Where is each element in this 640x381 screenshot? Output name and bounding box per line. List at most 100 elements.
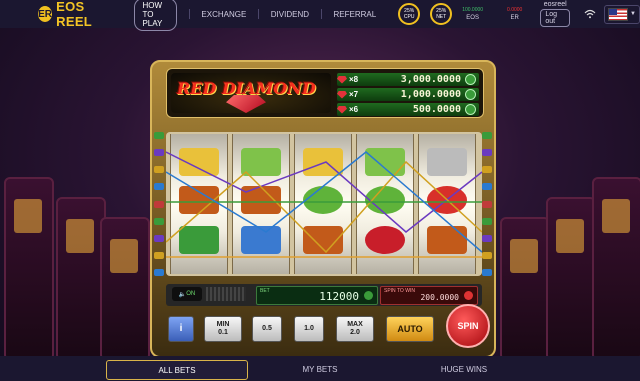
- paylines-overlay: [166, 151, 482, 258]
- sound-toggle[interactable]: 🔈 ON: [172, 287, 202, 301]
- tab-my-bets[interactable]: MY BETS: [250, 360, 390, 378]
- eos-coin-icon: [465, 104, 476, 115]
- payline-indicator: [154, 132, 164, 139]
- payline-indicator: [482, 251, 492, 259]
- cpu-gauge: 25% CPU: [398, 3, 421, 25]
- language-selector[interactable]: ▼: [604, 4, 640, 24]
- game-title-panel: RED DIAMOND: [171, 73, 331, 113]
- user-panel: eosreel Log out: [540, 1, 571, 27]
- spin-button[interactable]: SPIN: [446, 304, 490, 348]
- bet-value: 112000: [319, 290, 359, 303]
- payline-indicator: [154, 166, 164, 174]
- paytable-amount: 500.0000: [412, 104, 461, 115]
- er-coin-icon: [464, 291, 473, 300]
- win-display: SPIN TO WIN 200.0000: [380, 286, 478, 305]
- payline-indicators-left: [154, 132, 164, 276]
- payline-indicator: [482, 183, 492, 191]
- auto-spin-button[interactable]: AUTO: [386, 316, 434, 342]
- paytable-row: ×6 500.0000: [337, 103, 479, 116]
- background-slot-machine: [592, 177, 640, 361]
- paytable-multiplier: ×6: [337, 105, 367, 114]
- bet-1-0-button[interactable]: 1.0: [294, 316, 324, 342]
- payline-indicator: [154, 234, 164, 242]
- eos-balance: 100.0000 EOS: [462, 6, 483, 22]
- payline-indicator: [482, 217, 492, 225]
- logout-button[interactable]: Log out: [540, 9, 571, 27]
- paytable-row: ×7 1,000.0000: [337, 88, 479, 101]
- username: eosreel: [543, 1, 567, 8]
- win-value: 200.0000: [420, 293, 459, 302]
- eos-balance-amount: 100.0000: [462, 7, 484, 13]
- er-balance: 0.0000 ER: [507, 6, 522, 22]
- logo[interactable]: ER EOS REEL: [38, 0, 116, 29]
- diamond-icon: [337, 105, 347, 114]
- control-panel: 🔈 ON BET 112000 SPIN TO WIN 200.0000: [166, 284, 482, 306]
- tab-huge-wins[interactable]: HUGE WINS: [394, 360, 534, 378]
- paytable-amount: 1,000.0000: [400, 89, 461, 100]
- payline-indicator: [482, 234, 492, 242]
- eos-balance-unit: EOS: [466, 15, 479, 21]
- wifi-icon: [584, 9, 596, 19]
- payline: [166, 151, 482, 233]
- payline-indicator: [482, 149, 492, 157]
- tab-all-bets[interactable]: ALL BETS: [106, 360, 248, 380]
- background-slot-machine: [546, 197, 596, 361]
- paytable-amount: 3,000.0000: [400, 74, 461, 85]
- background-slot-machine: [100, 217, 150, 361]
- background-slot-machine: [56, 197, 106, 361]
- diamond-icon: [337, 75, 347, 84]
- resource-stats: 25% CPU 25% NET 100.0000 EOS 0.0000 ER: [398, 3, 522, 25]
- info-button[interactable]: i: [168, 316, 194, 342]
- net-label: NET: [436, 14, 447, 20]
- payline-indicator: [482, 200, 492, 208]
- bet-0-5-button[interactable]: 0.5: [252, 316, 282, 342]
- bet-label: BET: [260, 288, 270, 294]
- paytable-row: ×8 3,000.0000: [337, 73, 479, 86]
- eos-reel-logo-icon: ER: [38, 6, 53, 22]
- speaker-icon: 🔈: [178, 291, 187, 298]
- logo-text: EOS REEL: [56, 0, 93, 29]
- payline-indicators-right: [482, 132, 492, 276]
- topbar-icons: ▼: [584, 4, 640, 24]
- chevron-down-icon: ▼: [630, 11, 636, 17]
- us-flag-icon: [608, 7, 629, 21]
- payline-indicator: [482, 269, 492, 276]
- eos-coin-icon: [364, 291, 373, 300]
- speaker-grille: [206, 287, 246, 301]
- sound-state: ON: [186, 291, 196, 297]
- win-label: SPIN TO WIN: [384, 288, 415, 294]
- red-diamond-icon: [226, 95, 266, 113]
- payline-indicator: [154, 183, 164, 191]
- diamond-icon: [337, 90, 347, 99]
- bet-buttons: i MIN 0.1 0.5 1.0 MAX 2.0 AUTO SPIN: [166, 304, 490, 348]
- min-bet-button[interactable]: MIN 0.1: [204, 316, 242, 342]
- er-balance-unit: ER: [510, 15, 519, 21]
- net-gauge: 25% NET: [430, 3, 453, 25]
- background-slot-machine: [4, 177, 54, 361]
- payline-indicator: [154, 149, 164, 157]
- payline-indicator: [154, 217, 164, 225]
- machine-header: RED DIAMOND ×8 3,000.0000 ×7 1,000.0000 …: [166, 68, 484, 118]
- cpu-label: CPU: [403, 14, 415, 20]
- slot-machine: RED DIAMOND ×8 3,000.0000 ×7 1,000.0000 …: [150, 60, 496, 358]
- bet-display: BET 112000: [256, 286, 378, 305]
- payline-indicator: [482, 132, 492, 139]
- payline-indicator: [154, 269, 164, 276]
- payline-indicator: [154, 200, 164, 208]
- how-to-play-button[interactable]: HOW TO PLAY: [134, 0, 177, 31]
- max-bet-button[interactable]: MAX 2.0: [336, 316, 374, 342]
- payline-indicator: [154, 251, 164, 259]
- paytable-multiplier: ×8: [337, 75, 367, 84]
- nav-referral-link[interactable]: REFERRAL: [334, 10, 377, 19]
- main-nav: HOW TO PLAY EXCHANGE DIVIDEND REFERRAL: [134, 0, 376, 31]
- payline-indicator: [482, 166, 492, 174]
- paytable-multiplier: ×7: [337, 90, 367, 99]
- er-balance-amount: 0.0000: [507, 7, 523, 13]
- bets-tabs: ALL BETS MY BETS HUGE WINS: [0, 356, 640, 381]
- nav-dividend-link[interactable]: DIVIDEND: [271, 10, 309, 19]
- eos-coin-icon: [465, 89, 476, 100]
- top-navigation-bar: ER EOS REEL HOW TO PLAY EXCHANGE DIVIDEN…: [0, 0, 640, 31]
- background-slot-machine: [500, 217, 550, 361]
- nav-exchange-link[interactable]: EXCHANGE: [201, 10, 246, 19]
- reels-area: [166, 132, 482, 276]
